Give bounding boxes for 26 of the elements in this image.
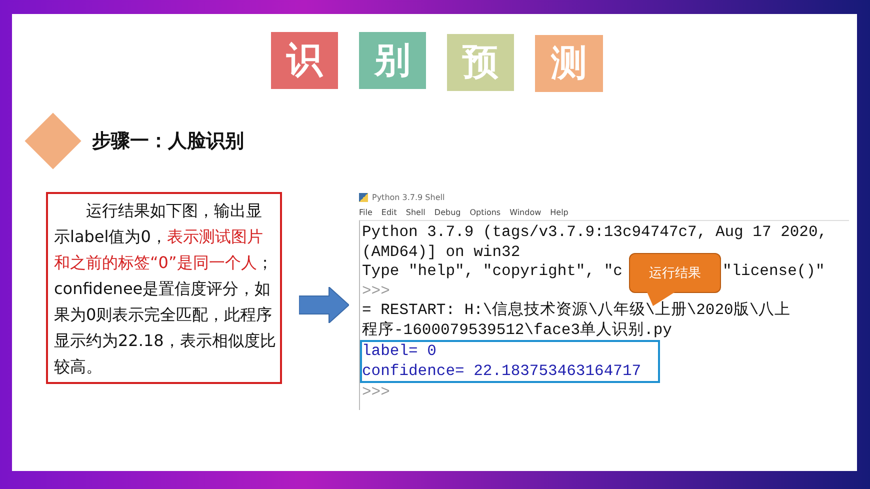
description-paragraph: 运行结果如下图，输出显示label值为0，表示测试图片和之前的标签“0”是同一个人；confidenee是置信度评分，如果为0则表示完全匹配，此程序显示约为22.18，表示相似度比较高。 bbox=[46, 192, 282, 384]
title-tile: 测 bbox=[535, 35, 603, 92]
right-arrow-icon bbox=[299, 287, 349, 323]
menu-item[interactable]: Edit bbox=[381, 208, 397, 217]
prompt-text: >>> bbox=[362, 282, 390, 301]
title-tile: 识 bbox=[271, 32, 338, 89]
step-heading: 步骤一：人脸识别 bbox=[92, 129, 244, 154]
code-line: confidence= 22.183753463164717 bbox=[362, 362, 642, 381]
prompt-text: >>> bbox=[362, 383, 390, 402]
menu-item[interactable]: Help bbox=[550, 208, 568, 217]
title-tile: 别 bbox=[359, 32, 426, 89]
code-line: 程序-1600079539512\face3单人识别.py bbox=[362, 320, 672, 340]
code-line: Type "help", "copyright", "c bbox=[362, 262, 622, 282]
menu-item[interactable]: Window bbox=[510, 208, 542, 217]
menu-item[interactable]: Shell bbox=[406, 208, 426, 217]
code-line: = RESTART: H:\信息技术资源\八年级\上册\2020版\八上 bbox=[362, 301, 791, 320]
title-tile: 预 bbox=[447, 34, 514, 91]
menu-item[interactable]: Options bbox=[470, 208, 501, 217]
window-title: Python 3.7.9 Shell bbox=[372, 192, 445, 202]
menu-item[interactable]: File bbox=[359, 208, 372, 217]
code-line: label= 0 bbox=[362, 342, 436, 362]
code-line: Python 3.7.9 (tags/v3.7.9:13c94747c7, Aug 17 2020, bbox=[362, 223, 828, 242]
code-line: "license()" bbox=[722, 262, 825, 282]
python-icon bbox=[359, 192, 368, 202]
code-line: (AMD64)] on win32 bbox=[362, 242, 520, 262]
menu-item[interactable]: Debug bbox=[434, 208, 461, 217]
